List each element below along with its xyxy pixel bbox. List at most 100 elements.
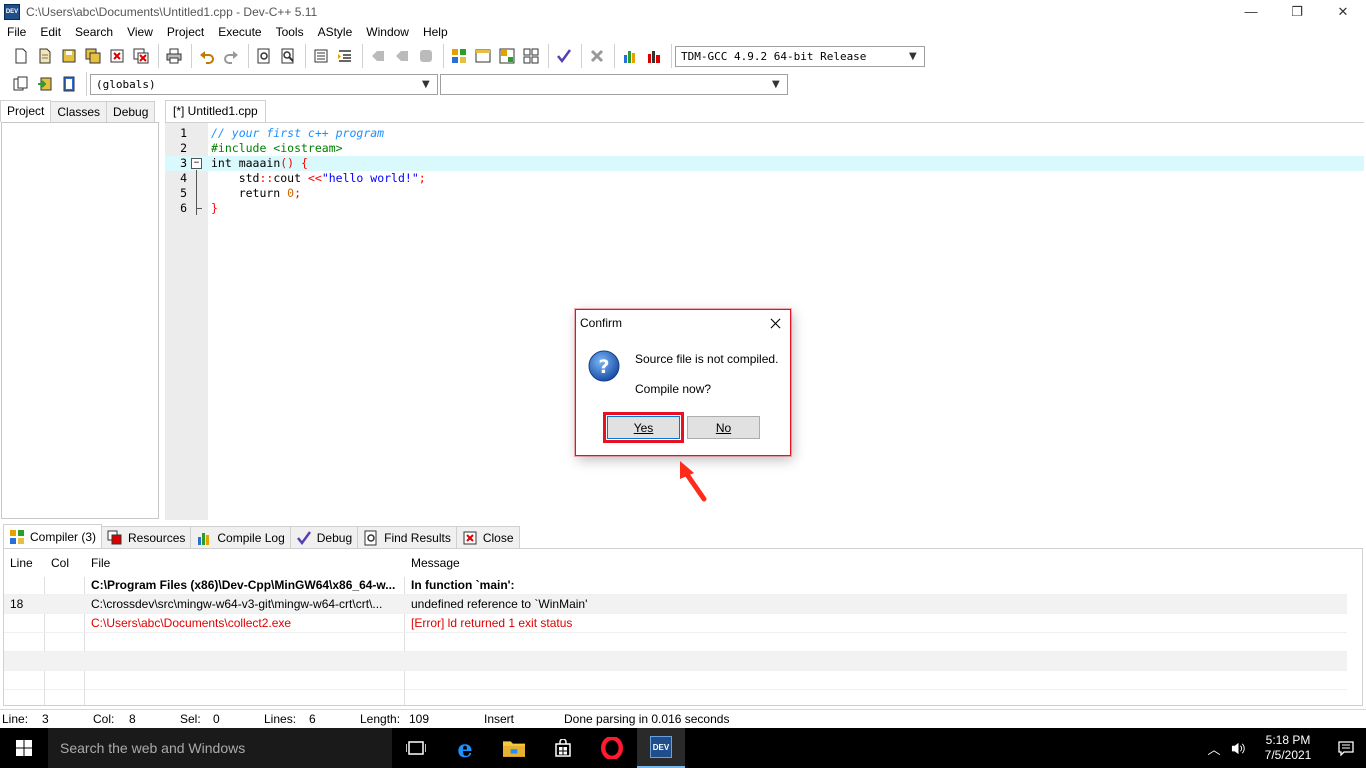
tab-debug[interactable]: Debug bbox=[106, 101, 156, 122]
status-lines-value: 6 bbox=[309, 712, 316, 726]
replace-icon[interactable] bbox=[277, 45, 299, 67]
code-line-current: 3 − int maaain() { bbox=[165, 156, 1364, 171]
close-all-icon[interactable] bbox=[130, 45, 152, 67]
bookmark-prev-icon[interactable] bbox=[367, 45, 389, 67]
taskbar-search-input[interactable]: Search the web and Windows bbox=[48, 728, 392, 768]
devcpp-icon-label: DEV bbox=[650, 736, 672, 758]
window-icon[interactable] bbox=[472, 45, 494, 67]
tab-resources[interactable]: Resources bbox=[101, 526, 192, 548]
volume-icon[interactable] bbox=[1226, 728, 1250, 768]
cell-col bbox=[45, 595, 85, 613]
clock-time: 5:18 PM bbox=[1265, 733, 1311, 747]
layout-icon[interactable] bbox=[496, 45, 518, 67]
code-token: ; bbox=[418, 171, 426, 185]
task-view-icon[interactable] bbox=[392, 728, 440, 768]
compiler-results-table[interactable]: Line Col File Message C:\Program Files (… bbox=[3, 548, 1363, 706]
start-button[interactable] bbox=[0, 728, 48, 768]
no-button-label: No bbox=[715, 420, 732, 435]
save-all-icon[interactable] bbox=[82, 45, 104, 67]
tab-compile-log[interactable]: Compile Log bbox=[190, 526, 291, 548]
project-browser[interactable] bbox=[1, 122, 159, 519]
indent-icon[interactable] bbox=[310, 45, 332, 67]
scope-select[interactable]: (globals) ▼ bbox=[90, 73, 438, 95]
new-file-icon[interactable] bbox=[10, 45, 32, 67]
code-token: std bbox=[211, 171, 260, 185]
unindent-icon[interactable] bbox=[334, 45, 356, 67]
check-syntax-icon[interactable] bbox=[553, 45, 575, 67]
confirm-dialog: Confirm ? Source file is not compiled. C… bbox=[575, 309, 791, 456]
dialog-close-button[interactable] bbox=[760, 310, 790, 336]
edge-browser-icon[interactable]: e bbox=[441, 728, 489, 768]
tab-close[interactable]: Close bbox=[455, 526, 520, 548]
fold-end-mark bbox=[196, 208, 202, 209]
chevron-up-icon[interactable]: ︿ bbox=[1202, 728, 1226, 768]
file-explorer-icon[interactable] bbox=[490, 728, 538, 768]
new-project-icon[interactable] bbox=[10, 73, 32, 95]
line-number: 1 bbox=[180, 126, 187, 140]
menu-view[interactable]: View bbox=[120, 23, 160, 42]
code-symbol: () { bbox=[280, 156, 308, 170]
cell-line bbox=[4, 576, 44, 594]
compiler-select[interactable]: TDM-GCC 4.9.2 64-bit Release ▼ bbox=[675, 45, 925, 67]
class-browser-icon[interactable] bbox=[448, 45, 470, 67]
tab-debug-output[interactable]: Debug bbox=[289, 526, 359, 548]
table-row[interactable]: C:\Users\abc\Documents\collect2.exe [Err… bbox=[4, 614, 1347, 633]
menu-project[interactable]: Project bbox=[160, 23, 211, 42]
keyword-int: int bbox=[211, 156, 232, 170]
clock[interactable]: 5:18 PM 7/5/2021 bbox=[1250, 733, 1326, 763]
menu-astyle[interactable]: AStyle bbox=[311, 23, 360, 42]
col-header-line[interactable]: Line bbox=[4, 549, 44, 577]
goto-line-icon[interactable] bbox=[415, 45, 437, 67]
chart-icon[interactable] bbox=[619, 45, 641, 67]
no-button[interactable]: No bbox=[687, 416, 760, 439]
tab-label: Compile Log bbox=[217, 530, 285, 545]
menu-search[interactable]: Search bbox=[68, 23, 120, 42]
open-file-icon[interactable] bbox=[34, 45, 56, 67]
code-text: // your first c++ program bbox=[211, 126, 385, 140]
find-icon[interactable] bbox=[253, 45, 275, 67]
tab-project[interactable]: Project bbox=[0, 100, 52, 122]
action-center-icon[interactable] bbox=[1326, 728, 1366, 768]
question-icon: ? bbox=[588, 350, 620, 382]
menu-file[interactable]: File bbox=[0, 23, 33, 42]
menu-tools[interactable]: Tools bbox=[269, 23, 311, 42]
col-header-message[interactable]: Message bbox=[405, 549, 1345, 577]
stop-icon[interactable] bbox=[586, 45, 608, 67]
tab-classes[interactable]: Classes bbox=[50, 101, 108, 122]
window-title: C:\Users\abc\Documents\Untitled1.cpp - D… bbox=[26, 4, 318, 19]
col-header-col[interactable]: Col bbox=[45, 549, 85, 577]
save-icon[interactable] bbox=[58, 45, 80, 67]
chevron-down-icon: ▼ bbox=[772, 78, 780, 90]
tab-compiler[interactable]: Compiler (3) bbox=[3, 524, 103, 548]
menu-edit[interactable]: Edit bbox=[33, 23, 68, 42]
menu-window[interactable]: Window bbox=[359, 23, 416, 42]
table-row[interactable]: C:\Program Files (x86)\Dev-Cpp\MinGW64\x… bbox=[4, 576, 1347, 595]
yes-button[interactable]: Yes bbox=[603, 412, 684, 443]
profile-icon[interactable] bbox=[643, 45, 665, 67]
tab-untitled1[interactable]: [*] Untitled1.cpp bbox=[165, 100, 266, 122]
store-icon[interactable] bbox=[539, 728, 587, 768]
devcpp-taskbar-icon[interactable]: DEV bbox=[637, 728, 685, 768]
menu-execute[interactable]: Execute bbox=[211, 23, 268, 42]
fold-collapse-icon[interactable]: − bbox=[191, 158, 202, 169]
opera-browser-icon[interactable] bbox=[588, 728, 636, 768]
tab-find-results[interactable]: Find Results bbox=[357, 526, 457, 548]
table-row-empty bbox=[4, 671, 1347, 690]
code-line: 4 std::cout <<"hello world!"; bbox=[165, 171, 1364, 186]
menu-help[interactable]: Help bbox=[416, 23, 455, 42]
cell-line: 18 bbox=[10, 597, 24, 611]
grid-icon[interactable] bbox=[520, 45, 542, 67]
redo-icon[interactable] bbox=[220, 45, 242, 67]
project-options-icon[interactable] bbox=[58, 73, 80, 95]
col-header-file[interactable]: File bbox=[85, 549, 405, 577]
table-row[interactable]: 18 C:\crossdev\src\mingw-w64-v3-git\ming… bbox=[4, 595, 1347, 614]
restore-button[interactable]: ❐ bbox=[1274, 0, 1320, 23]
close-file-icon[interactable] bbox=[106, 45, 128, 67]
undo-icon[interactable] bbox=[196, 45, 218, 67]
bookmark-next-icon[interactable] bbox=[391, 45, 413, 67]
add-to-project-icon[interactable] bbox=[34, 73, 56, 95]
print-icon[interactable] bbox=[163, 45, 185, 67]
member-select[interactable]: ▼ bbox=[440, 73, 788, 95]
minimize-button[interactable]: — bbox=[1228, 0, 1274, 23]
close-window-button[interactable]: ✕ bbox=[1320, 0, 1366, 23]
